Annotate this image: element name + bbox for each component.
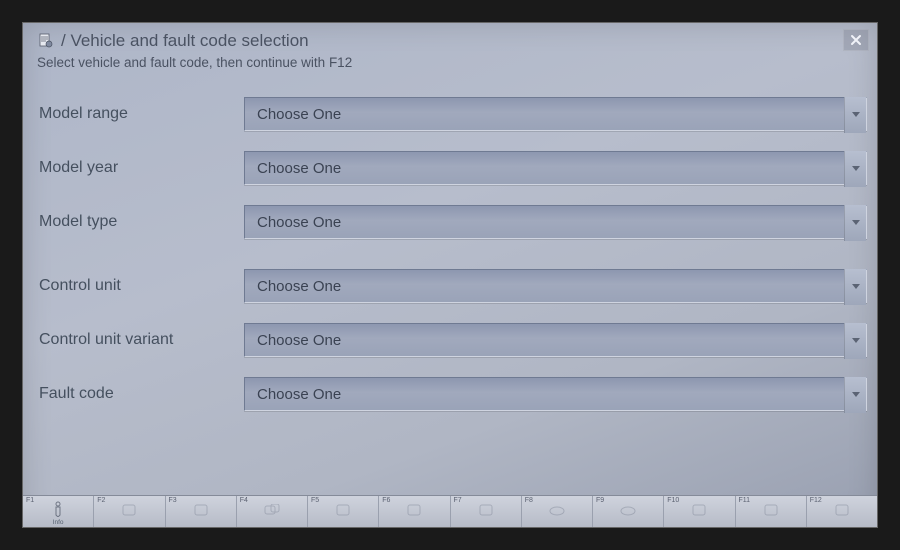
placeholder-icon [407,503,421,521]
fkey-f6[interactable]: F6 [379,496,450,527]
group-divider [23,257,877,267]
fkey-f11[interactable]: F11 [736,496,807,527]
dropdown-value: Choose One [257,214,341,231]
dropdown-model-year[interactable]: Choose One [244,151,867,185]
dropdown-value: Choose One [257,386,341,403]
fkey-f1[interactable]: F1 Info [23,496,94,527]
fkey-number: F3 [169,497,177,504]
fkey-f12[interactable]: F12 [807,496,877,527]
fkey-f10[interactable]: F10 [664,496,735,527]
close-button[interactable] [843,29,869,51]
fkey-caption: Info [23,519,93,526]
placeholder-icon [764,503,778,521]
chevron-down-icon [844,269,866,305]
placeholder-icon [264,503,280,521]
fkey-f9[interactable]: F9 [593,496,664,527]
fkey-f7[interactable]: F7 [451,496,522,527]
fkey-number: F12 [810,497,822,504]
label-control-unit: Control unit [39,277,244,295]
label-fault-code: Fault code [39,385,244,403]
placeholder-icon [336,503,350,521]
fkey-number: F6 [382,497,390,504]
dropdown-value: Choose One [257,278,341,295]
fkey-f5[interactable]: F5 [308,496,379,527]
dropdown-control-unit[interactable]: Choose One [244,269,867,303]
row-control-unit-variant: Control unit variant Choose One [23,321,877,359]
fkey-f3[interactable]: F3 [166,496,237,527]
row-model-year: Model year Choose One [23,149,877,187]
placeholder-icon [620,503,636,521]
form-area: Model range Choose One Model year Choose… [23,87,877,413]
dropdown-fault-code[interactable]: Choose One [244,377,867,411]
chevron-down-icon [844,151,866,187]
chevron-down-icon [844,377,866,413]
close-icon [850,34,862,46]
chevron-down-icon [844,205,866,241]
page-subtitle: Select vehicle and fault code, then cont… [37,55,863,70]
fkey-number: F8 [525,497,533,504]
dropdown-value: Choose One [257,106,341,123]
dropdown-value: Choose One [257,332,341,349]
title-row: / Vehicle and fault code selection [37,31,863,51]
chevron-down-icon [844,97,866,133]
placeholder-icon [692,503,706,521]
placeholder-icon [122,503,136,521]
dropdown-model-range[interactable]: Choose One [244,97,867,131]
fkey-number: F5 [311,497,319,504]
fkey-f4[interactable]: F4 [237,496,308,527]
function-key-bar: F1 Info F2 F3 F4 F5 [23,495,877,527]
label-control-unit-variant: Control unit variant [39,331,244,349]
fkey-number: F10 [667,497,679,504]
fkey-number: F2 [97,497,105,504]
dropdown-control-unit-variant[interactable]: Choose One [244,323,867,357]
monitor-bezel: / Vehicle and fault code selection Selec… [0,0,900,550]
dropdown-value: Choose One [257,160,341,177]
row-fault-code: Fault code Choose One [23,375,877,413]
dropdown-model-type[interactable]: Choose One [244,205,867,239]
fkey-number: F7 [454,497,462,504]
label-model-year: Model year [39,159,244,177]
fkey-number: F9 [596,497,604,504]
chevron-down-icon [844,323,866,359]
titlebar: / Vehicle and fault code selection Selec… [23,23,877,87]
fkey-f8[interactable]: F8 [522,496,593,527]
page-title: / Vehicle and fault code selection [61,31,309,51]
placeholder-icon [835,503,849,521]
row-model-type: Model type Choose One [23,203,877,241]
app-window: / Vehicle and fault code selection Selec… [22,22,878,528]
fkey-f2[interactable]: F2 [94,496,165,527]
fkey-number: F1 [26,497,34,504]
placeholder-icon [479,503,493,521]
label-model-type: Model type [39,213,244,231]
row-control-unit: Control unit Choose One [23,267,877,305]
placeholder-icon [549,503,565,521]
label-model-range: Model range [39,105,244,123]
fkey-number: F11 [739,497,751,504]
placeholder-icon [194,503,208,521]
document-icon [37,32,55,50]
fkey-number: F4 [240,497,248,504]
row-model-range: Model range Choose One [23,95,877,133]
